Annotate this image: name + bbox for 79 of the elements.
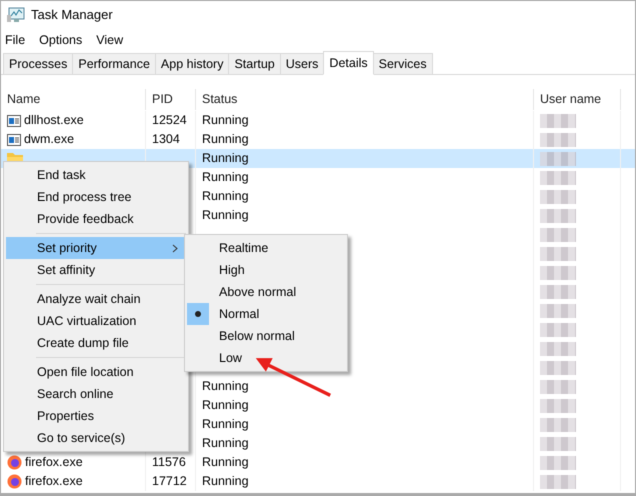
blurred-username <box>540 170 576 184</box>
column-header[interactable]: Name <box>1 89 146 110</box>
pid-value: 12524 <box>152 112 187 130</box>
status-value: Running <box>202 473 249 490</box>
chevron-icon <box>172 244 178 253</box>
table-row[interactable]: firefox.exe 17712 Running <box>1 472 635 491</box>
tab[interactable]: Services <box>372 53 433 74</box>
window-title: Task Manager <box>31 6 113 24</box>
menu-item[interactable]: Normal <box>187 303 345 325</box>
blurred-username <box>540 418 576 432</box>
menu-item[interactable]: Open file location <box>6 361 186 383</box>
process-name: firefox.exe <box>25 473 83 490</box>
menu-item[interactable]: Set affinity <box>6 259 186 281</box>
blurred-username <box>540 304 576 318</box>
blurred-username <box>540 360 576 374</box>
table-row[interactable]: firefox.exe 11576 Running <box>1 453 635 472</box>
status-value: Running <box>202 150 249 168</box>
process-name: dllhost.exe <box>24 112 84 130</box>
menu-item[interactable]: View <box>96 30 124 50</box>
blurred-username <box>540 266 576 280</box>
blurred-username <box>540 190 576 204</box>
blurred-username <box>540 284 576 298</box>
menu-item[interactable]: Low <box>187 347 345 369</box>
pid-value: 11576 <box>152 454 186 472</box>
menu-item[interactable]: Set priority <box>6 237 186 259</box>
menu-item[interactable]: Below normal <box>187 325 345 347</box>
blurred-username <box>540 398 576 412</box>
task-manager-icon <box>7 7 25 23</box>
blurred-username <box>540 228 576 242</box>
blurred-username <box>540 208 576 222</box>
menu-item[interactable]: Properties <box>6 405 186 427</box>
blurred-username <box>540 380 576 394</box>
tab[interactable]: Users <box>280 53 324 74</box>
menu-item[interactable]: UAC virtualization <box>6 310 186 332</box>
status-value: Running <box>202 435 249 452</box>
blurred-username <box>540 322 576 336</box>
process-name: dwm.exe <box>24 131 74 148</box>
app-window-icon <box>7 134 21 146</box>
pid-value: 17712 <box>152 473 187 490</box>
status-value: Running <box>202 188 249 206</box>
status-value: Running <box>202 112 249 130</box>
app-window-icon <box>7 114 21 126</box>
menu-item[interactable]: Create dump file <box>6 332 186 354</box>
status-value: Running <box>202 416 249 434</box>
status-value: Running <box>202 378 249 396</box>
menu-item[interactable]: End process tree <box>6 186 186 208</box>
menu-item[interactable]: High <box>187 259 345 281</box>
tab[interactable]: Details <box>323 51 374 75</box>
status-value: Running <box>202 207 249 224</box>
menu-item[interactable]: Search online <box>6 383 186 405</box>
status-value: Running <box>202 131 249 148</box>
blurred-username <box>540 152 576 166</box>
menu-item[interactable]: File <box>5 30 26 50</box>
blurred-username <box>540 456 576 470</box>
tab[interactable]: Processes <box>3 53 74 74</box>
pid-value: 1304 <box>152 131 180 148</box>
menu-item[interactable]: Analyze wait chain <box>6 288 186 310</box>
menu-item[interactable]: Provide feedback <box>6 208 186 230</box>
blurred-username <box>540 342 576 356</box>
menu-item[interactable]: Realtime <box>187 237 345 259</box>
menu-item[interactable]: Options <box>39 30 82 50</box>
tab[interactable]: Performance <box>72 53 156 74</box>
column-header[interactable]: PID <box>146 89 196 110</box>
blurred-username <box>540 436 576 450</box>
status-value: Running <box>202 169 249 186</box>
blurred-username <box>540 474 576 488</box>
blurred-username <box>540 246 576 260</box>
status-value: Running <box>202 454 249 472</box>
tab[interactable]: App history <box>154 53 230 74</box>
tab[interactable]: Startup <box>228 53 281 74</box>
column-header[interactable]: User name <box>534 89 621 110</box>
table-row[interactable]: dllhost.exe 12524 Running <box>1 111 635 130</box>
process-name: firefox.exe <box>25 454 83 472</box>
blurred-username <box>540 132 576 146</box>
menu-item[interactable]: Above normal <box>187 281 345 303</box>
status-value: Running <box>202 397 249 414</box>
column-header[interactable]: Status <box>196 89 534 110</box>
menu-item[interactable]: Go to service(s) <box>6 427 186 449</box>
blurred-username <box>540 114 576 128</box>
